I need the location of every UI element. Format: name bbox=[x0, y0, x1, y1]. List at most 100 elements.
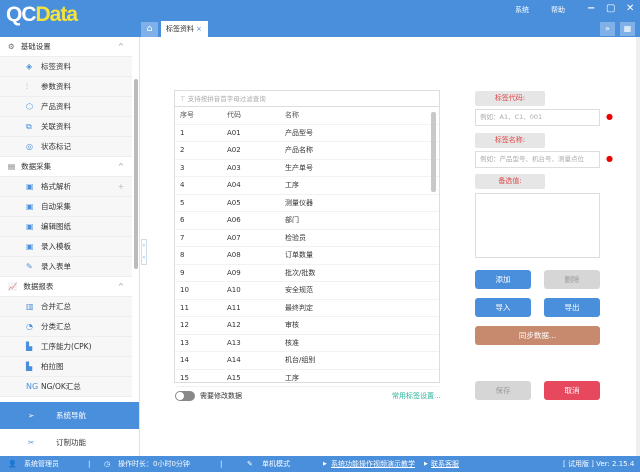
cell-name: 工序 bbox=[285, 373, 299, 382]
collapse-sidebar-icon[interactable]: › ‹ bbox=[141, 239, 147, 265]
edit-toggle-label: 需要修改数据 bbox=[200, 392, 242, 400]
table-row[interactable]: 5 A05 测量仪器 bbox=[175, 195, 439, 212]
video-tutorial-link[interactable]: 系统功能操作视频演示教学 bbox=[331, 456, 415, 472]
cell-name: 订单数量 bbox=[285, 251, 313, 259]
tag-name-label: 标签名称: bbox=[475, 133, 545, 148]
item-icon: ✎ bbox=[26, 262, 33, 271]
cell-code: A13 bbox=[227, 338, 241, 347]
tag-name-input[interactable]: 例如：产品型号、机台号、测量点位 bbox=[475, 151, 600, 168]
table-scrollbar[interactable] bbox=[431, 112, 436, 192]
logo: QCData bbox=[6, 3, 78, 26]
cell-code: A01 bbox=[227, 128, 241, 137]
home-tab-icon[interactable]: ⌂ bbox=[141, 22, 158, 37]
table-row[interactable]: 3 A03 生产单号 bbox=[175, 160, 439, 177]
sidebar-section-1[interactable]: ▤ 数据采集 ^ bbox=[0, 157, 132, 177]
grid-icon[interactable]: ▦ bbox=[620, 22, 635, 36]
col-header-index: 序号 bbox=[180, 111, 194, 119]
cell-name: 批次/批数 bbox=[285, 268, 316, 277]
table-row[interactable]: 15 A15 工序 bbox=[175, 370, 439, 387]
section-icon: 📈 bbox=[8, 282, 18, 291]
sidebar-item[interactable]: NG NG/OK汇总 bbox=[0, 377, 132, 397]
sidebar-item-label: 录入模板 bbox=[41, 242, 71, 251]
maximize-icon[interactable]: ▢ bbox=[606, 3, 615, 14]
play-icon: ▶ bbox=[323, 461, 327, 467]
contact-support-link[interactable]: 联系客服 bbox=[431, 456, 459, 472]
plus-icon[interactable]: + bbox=[118, 177, 124, 197]
cell-code: A11 bbox=[227, 303, 241, 312]
table-row[interactable]: 8 A08 订单数量 bbox=[175, 247, 439, 265]
sidebar-item[interactable]: ◎ 状态标记 bbox=[0, 137, 132, 157]
required-icon: ● bbox=[606, 154, 613, 163]
sidebar-item[interactable]: ▙ 工序能力(CPK) bbox=[0, 337, 132, 357]
sidebar-item[interactable]: ▙ 柏拉图 bbox=[0, 357, 132, 377]
tag-code-input[interactable]: 例如：A1、C1、001 bbox=[475, 109, 600, 126]
close-icon[interactable]: ✕ bbox=[626, 3, 634, 14]
edit-toggle[interactable] bbox=[175, 391, 195, 401]
cell-code: A15 bbox=[227, 373, 241, 382]
table-row[interactable]: 4 A04 工序 bbox=[175, 177, 439, 195]
header-bar: QCData 系统 帮助 − ▢ ✕ ⌂ 标签资料 × » ▦ bbox=[0, 0, 640, 37]
tab-tag-data[interactable]: 标签资料 × bbox=[161, 21, 208, 37]
sidebar-section-2[interactable]: 📈 数据报表 ^ bbox=[0, 277, 132, 297]
sidebar-item[interactable]: ▥ 合并汇总 bbox=[0, 297, 132, 317]
cell-code: A14 bbox=[227, 356, 241, 364]
chevron-up-icon[interactable]: ^ bbox=[118, 277, 124, 297]
sidebar-item[interactable]: ⧉ 关联资料 bbox=[0, 117, 132, 137]
import-button[interactable]: 导入 bbox=[475, 298, 531, 317]
table-row[interactable]: 12 A12 审核 bbox=[175, 317, 439, 335]
sidebar-item[interactable]: ✎ 录入表单 bbox=[0, 257, 132, 277]
page-scrollbar[interactable] bbox=[636, 37, 640, 456]
cancel-button[interactable]: 取消 bbox=[544, 381, 600, 400]
sidebar-item[interactable]: ▣ 编辑图纸 bbox=[0, 217, 132, 237]
table-row[interactable]: 7 A07 检验员 bbox=[175, 230, 439, 247]
add-button[interactable]: 添加 bbox=[475, 270, 531, 289]
table-row[interactable]: 9 A09 批次/批数 bbox=[175, 265, 439, 282]
cell-index: 10 bbox=[180, 286, 189, 294]
save-button[interactable]: 保存 bbox=[475, 381, 531, 400]
export-button[interactable]: 导出 bbox=[544, 298, 600, 317]
sidebar-scrollbar[interactable] bbox=[134, 79, 138, 269]
table-row[interactable]: 6 A06 部门 bbox=[175, 212, 439, 230]
sidebar-item[interactable]: ◔ 分类汇总 bbox=[0, 317, 132, 337]
tag-code-label: 标签代码: bbox=[475, 91, 545, 106]
sidebar-item[interactable]: ▣ 录入模板 bbox=[0, 237, 132, 257]
cell-name: 部门 bbox=[285, 216, 299, 224]
cell-name: 安全规范 bbox=[285, 286, 313, 294]
sidebar-section-0[interactable]: ⚙ 基础设置 ^ bbox=[0, 37, 132, 57]
system-nav-button[interactable]: ➢ 系统导航 bbox=[0, 402, 139, 429]
menu-system[interactable]: 系统 bbox=[515, 5, 529, 15]
options-textarea[interactable] bbox=[475, 193, 600, 258]
sidebar-item[interactable]: ▣ 自动采集 bbox=[0, 197, 132, 217]
sidebar-item-label: 柏拉图 bbox=[41, 362, 64, 371]
table-row[interactable]: 13 A13 核准 bbox=[175, 335, 439, 352]
sync-data-button[interactable]: 同步数据... bbox=[475, 326, 600, 345]
sidebar-item[interactable]: ▣ 格式解析 + bbox=[0, 177, 132, 197]
custom-function-button[interactable]: ✂ 订制功能 bbox=[0, 429, 139, 456]
table-row[interactable]: 1 A01 产品型号 bbox=[175, 125, 439, 142]
table-row[interactable]: 14 A14 机台/组别 bbox=[175, 352, 439, 370]
cell-index: 12 bbox=[180, 321, 189, 329]
operation-duration: 操作时长：0小时0分钟 bbox=[118, 460, 190, 468]
cell-code: A05 bbox=[227, 198, 241, 207]
sidebar-item[interactable]: ⫶ 参数资料 bbox=[0, 77, 132, 97]
chevron-down-icon[interactable]: » bbox=[600, 22, 615, 36]
cell-name: 生产单号 bbox=[285, 163, 313, 172]
tab-close-icon[interactable]: × bbox=[196, 25, 202, 33]
table-row[interactable]: 11 A11 最终判定 bbox=[175, 300, 439, 317]
filter-input[interactable]: ⊤ 支持按拼音首字母过滤查询 bbox=[175, 91, 439, 107]
table-row[interactable]: 10 A10 安全规范 bbox=[175, 282, 439, 300]
chevron-up-icon[interactable]: ^ bbox=[118, 37, 124, 57]
section-label: 数据采集 bbox=[21, 162, 52, 171]
chevron-up-icon[interactable]: ^ bbox=[118, 157, 124, 177]
table-row[interactable]: 2 A02 产品名称 bbox=[175, 142, 439, 160]
sidebar-item[interactable]: ◈ 标签资料 bbox=[0, 57, 132, 77]
menu-help[interactable]: 帮助 bbox=[551, 5, 565, 15]
item-icon: ▣ bbox=[26, 182, 34, 191]
status-bar: 👤 系统管理员 | ◷ 操作时长：0小时0分钟 | ✎ 单机模式 ▶ 系统功能操… bbox=[0, 456, 640, 472]
common-tag-settings-link[interactable]: 常用标签设置... bbox=[392, 391, 441, 401]
cell-index: 6 bbox=[180, 216, 185, 224]
delete-button[interactable]: 删除 bbox=[544, 270, 600, 289]
tools-icon: ✂ bbox=[28, 438, 35, 447]
minimize-icon[interactable]: − bbox=[587, 3, 595, 14]
sidebar-item[interactable]: ⬡ 产品资料 bbox=[0, 97, 132, 117]
